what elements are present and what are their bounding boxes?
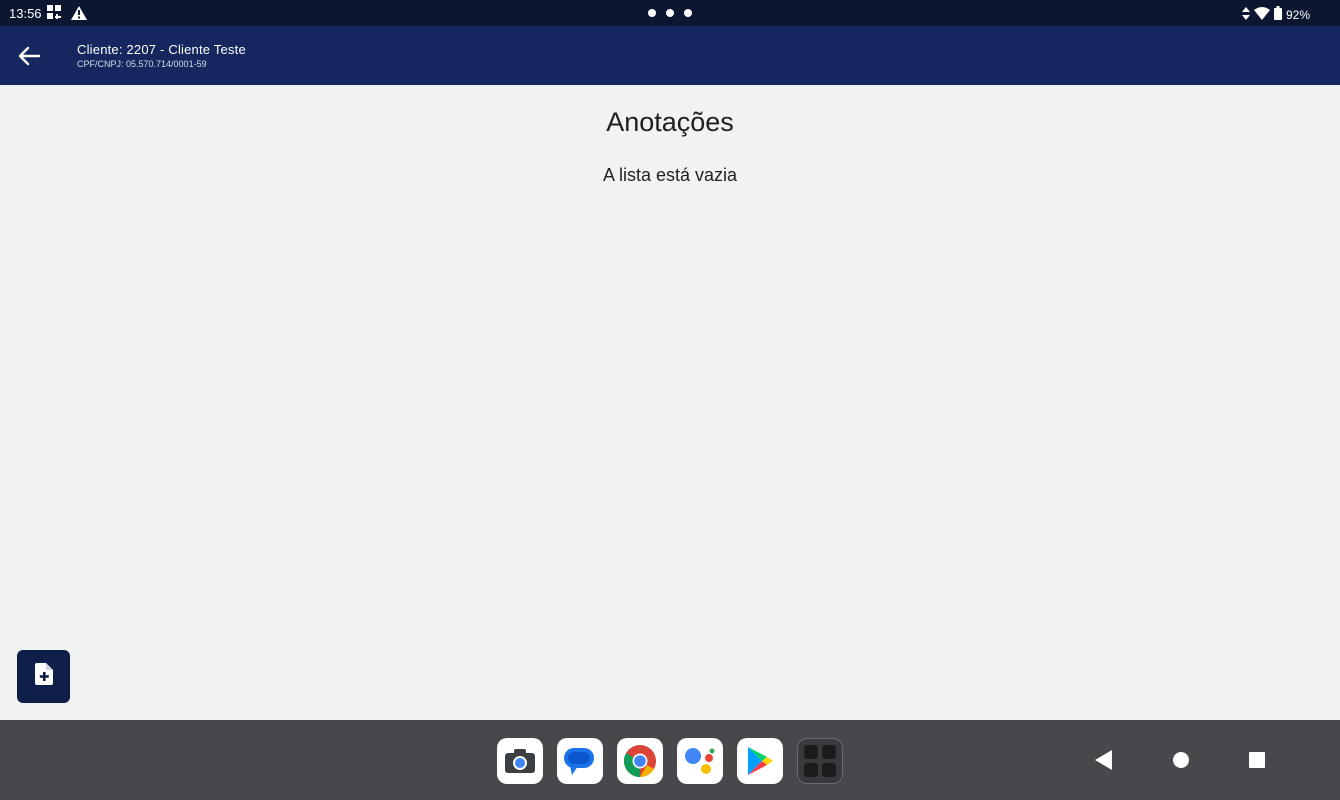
- empty-list-message: A lista está vazia: [602, 165, 738, 185]
- camera-app-icon[interactable]: [497, 738, 543, 784]
- chrome-app-icon[interactable]: [617, 738, 663, 784]
- data-arrows-icon: [1241, 6, 1250, 23]
- add-note-icon: [34, 663, 53, 690]
- app-dock: [497, 738, 843, 784]
- battery-icon: [1273, 6, 1282, 23]
- wifi-icon: [1253, 6, 1270, 23]
- main-content: Anotações A lista está vazia: [0, 85, 1340, 720]
- app-drawer-icon[interactable]: [797, 738, 843, 784]
- warning-icon: [71, 6, 87, 25]
- status-bar: 13:56 92%: [0, 0, 1340, 26]
- battery-percent: 92%: [1285, 7, 1310, 22]
- system-nav-buttons: [1095, 748, 1265, 772]
- back-arrow-icon[interactable]: [16, 43, 42, 69]
- app-bar: Cliente: 2207 - Cliente Teste CPF/CNPJ: …: [0, 26, 1340, 85]
- client-title: Cliente: 2207 - Cliente Teste: [77, 42, 246, 57]
- page-title: Anotações: [606, 107, 734, 137]
- qr-code-icon: [47, 5, 62, 25]
- messages-app-icon[interactable]: [557, 738, 603, 784]
- status-time: 13:56: [9, 6, 42, 21]
- play-store-app-icon[interactable]: [737, 738, 783, 784]
- nav-home-icon[interactable]: [1173, 752, 1189, 768]
- nav-recents-icon[interactable]: [1249, 752, 1265, 768]
- multitask-dots[interactable]: [648, 9, 692, 17]
- nav-back-icon[interactable]: [1095, 750, 1113, 775]
- assistant-app-icon[interactable]: [677, 738, 723, 784]
- client-document: CPF/CNPJ: 05.570.714/0001-59: [77, 59, 207, 69]
- navigation-bar: [0, 720, 1340, 800]
- add-note-button[interactable]: [17, 650, 70, 703]
- status-indicators: 92%: [1241, 6, 1310, 23]
